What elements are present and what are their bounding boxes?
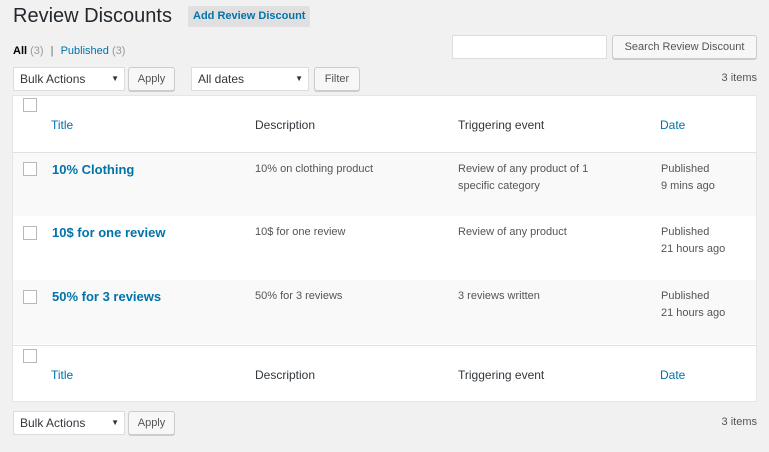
chevron-down-icon: ▼ (111, 418, 119, 427)
view-published-link[interactable]: Published (3) (61, 45, 126, 57)
row-time: 21 hours ago (661, 243, 726, 255)
footer-column-triggering-event: Triggering event (458, 368, 545, 382)
row-status: Published (661, 290, 710, 302)
table-row: 10$ for one review 10$ for one review Re… (13, 216, 756, 280)
row-status: Published (661, 226, 710, 238)
date-filter-select[interactable]: All dates ▼ (191, 67, 309, 91)
row-status: Published (661, 163, 710, 175)
row-date: Published 9 mins ago (661, 161, 715, 195)
row-checkbox[interactable] (23, 226, 37, 240)
date-filter-label: All dates (198, 72, 245, 86)
apply-button-bottom[interactable]: Apply (128, 411, 175, 435)
add-review-discount-button[interactable]: Add Review Discount (188, 6, 311, 27)
table-row: 10% Clothing 10% on clothing product Rev… (13, 153, 756, 216)
discounts-table: Title Description Triggering event Date … (12, 95, 757, 402)
row-title-link[interactable]: 10$ for one review (52, 225, 165, 240)
view-all-link[interactable]: All (3) (13, 45, 44, 57)
bulk-actions-label-bottom: Bulk Actions (20, 416, 86, 430)
row-time: 9 mins ago (661, 180, 715, 192)
items-count-bottom: 3 items (721, 416, 757, 428)
row-trigger-line1: Review of any product of 1 (458, 163, 589, 175)
search-button[interactable]: Search Review Discount (612, 35, 757, 59)
row-trigger-line2: specific category (458, 180, 540, 192)
row-description: 50% for 3 reviews (255, 290, 343, 302)
footer-column-date[interactable]: Date (660, 368, 685, 382)
table-footer: Title Description Triggering event Date (13, 346, 756, 401)
row-trigger: Review of any product of 1 specific cate… (458, 161, 588, 195)
footer-column-title[interactable]: Title (51, 368, 73, 382)
table-row: 50% for 3 reviews 50% for 3 reviews 3 re… (13, 280, 756, 344)
view-all-count: (3) (30, 45, 44, 57)
footer-column-description: Description (255, 368, 316, 382)
items-count-top: 3 items (721, 72, 757, 84)
column-description: Description (255, 118, 316, 132)
row-checkbox[interactable] (23, 290, 37, 304)
search-input[interactable] (452, 35, 607, 59)
status-views: All (3) | Published (3) (13, 45, 125, 57)
row-date: Published 21 hours ago (661, 288, 725, 322)
table-header: Title Description Triggering event Date (13, 96, 756, 152)
column-date[interactable]: Date (660, 118, 685, 132)
apply-button-top[interactable]: Apply (128, 67, 175, 91)
filter-button[interactable]: Filter (314, 67, 360, 91)
row-description: 10% on clothing product (255, 163, 374, 175)
row-trigger: Review of any product (458, 224, 567, 241)
select-all-checkbox-footer[interactable] (23, 349, 37, 363)
row-trigger-line1: Review of any product (458, 226, 567, 238)
row-date: Published 21 hours ago (661, 224, 725, 258)
view-published-count: (3) (111, 45, 126, 57)
row-trigger: 3 reviews written (458, 288, 540, 305)
select-all-checkbox[interactable] (23, 98, 37, 112)
row-description: 10$ for one review (255, 226, 346, 238)
row-title-link[interactable]: 50% for 3 reviews (52, 289, 161, 304)
row-checkbox[interactable] (23, 162, 37, 176)
views-separator: | (50, 45, 54, 57)
bulk-actions-select-bottom[interactable]: Bulk Actions ▼ (13, 411, 125, 435)
row-title-link[interactable]: 10% Clothing (52, 162, 134, 177)
row-time: 21 hours ago (661, 307, 726, 319)
page-title: Review Discounts (13, 5, 172, 27)
column-triggering-event: Triggering event (458, 118, 545, 132)
column-title[interactable]: Title (51, 118, 73, 132)
chevron-down-icon: ▼ (295, 74, 303, 83)
bulk-actions-label-top: Bulk Actions (20, 72, 86, 86)
bulk-actions-select-top[interactable]: Bulk Actions ▼ (13, 67, 125, 91)
chevron-down-icon: ▼ (111, 74, 119, 83)
row-trigger-line1: 3 reviews written (458, 290, 540, 302)
view-published-label: Published (60, 45, 109, 57)
view-all-label: All (13, 45, 28, 57)
